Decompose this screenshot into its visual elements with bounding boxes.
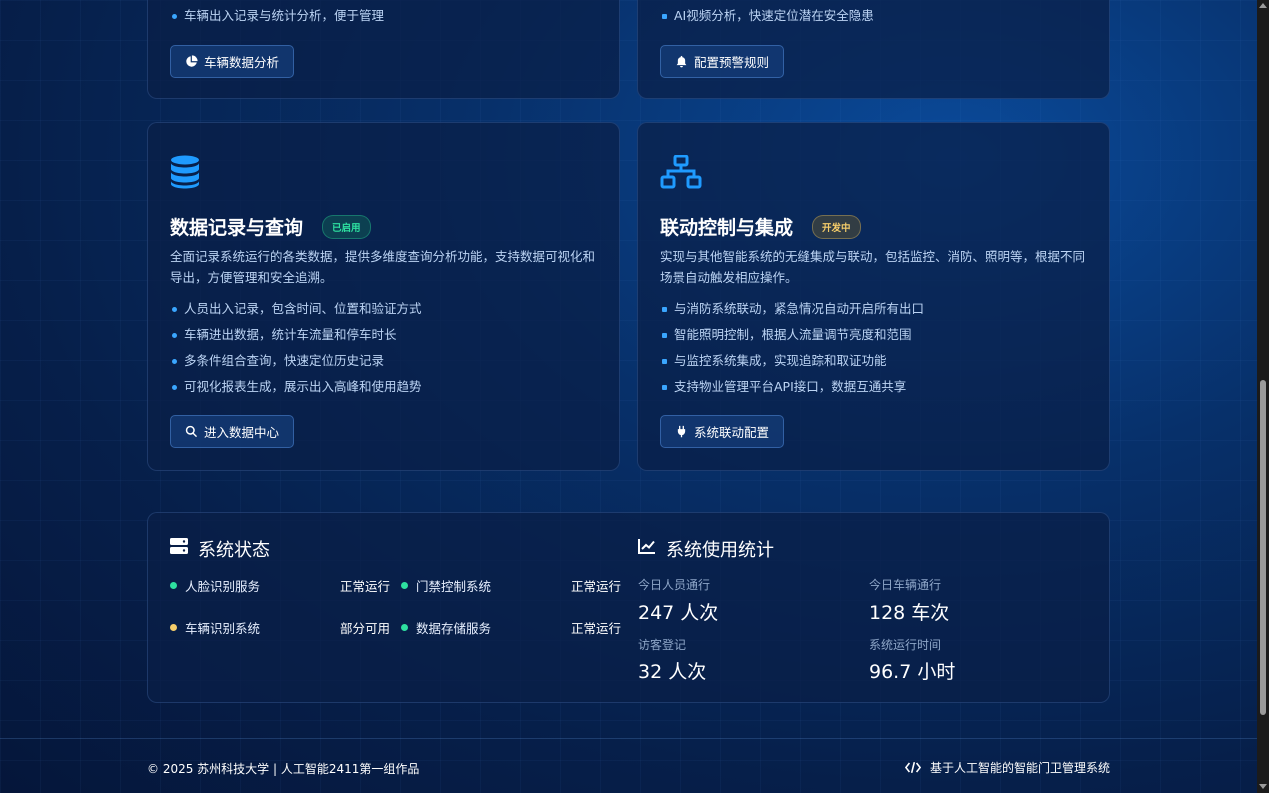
stat-label: 系统运行时间	[869, 638, 942, 652]
line-chart-icon	[638, 539, 655, 554]
scroll-up-arrow[interactable]	[1259, 3, 1267, 8]
card-title: 数据记录与查询	[170, 217, 304, 239]
status-badge: 开发中	[812, 215, 861, 239]
button-label: 系统联动配置	[694, 425, 770, 440]
scroll-down-arrow[interactable]	[1259, 784, 1267, 789]
server-icon	[170, 538, 188, 554]
top-card-vehicle: 车辆出入记录与统计分析，便于管理 车辆数据分析	[147, 0, 620, 99]
status-item-data-storage: 数据存储服务 正常运行	[401, 618, 621, 637]
scrollbar-thumb[interactable]	[1260, 380, 1266, 715]
card-title: 联动控制与集成	[660, 217, 794, 239]
status-name: 车辆识别系统	[185, 621, 261, 636]
vertical-scrollbar[interactable]	[1257, 0, 1269, 793]
code-icon	[904, 761, 921, 774]
system-overview-panel: 系统状态 人脸识别服务 正常运行 门禁控制系统 正常运行 车辆识别系统 部分可用…	[147, 512, 1110, 703]
list-item: 人员出入记录，包含时间、位置和验证方式	[170, 296, 422, 322]
button-label: 车辆数据分析	[204, 55, 280, 70]
bell-icon	[676, 55, 687, 68]
top-card-bullets: 车辆出入记录与统计分析，便于管理	[170, 3, 384, 29]
list-item: 车辆进出数据，统计车流量和停车时长	[170, 322, 422, 348]
status-dot	[170, 582, 177, 589]
list-item: 智能照明控制，根据人流量调节亮度和范围	[660, 322, 924, 348]
stat-label: 访客登记	[638, 638, 687, 652]
status-name: 人脸识别服务	[185, 579, 261, 594]
footer-tagline-text: 基于人工智能的智能门卫管理系统	[929, 761, 1110, 775]
list-item: 与监控系统集成，实现追踪和取证功能	[660, 348, 924, 374]
usage-stats-title: 系统使用统计	[666, 540, 774, 561]
stat-value: 96.7 小时	[869, 661, 956, 683]
network-icon	[660, 155, 702, 189]
status-value: 部分可用	[339, 621, 390, 636]
footer-copyright: © 2025 苏州科技大学 | 人工智能2411第一组作品	[147, 762, 420, 776]
status-value: 正常运行	[339, 579, 390, 594]
button-label: 进入数据中心	[204, 425, 280, 440]
feature-list: 与消防系统联动，紧急情况自动开启所有出口 智能照明控制，根据人流量调节亮度和范围…	[660, 296, 924, 400]
top-card-bullets: AI视频分析，快速定位潜在安全隐患	[660, 3, 874, 29]
list-item: 多条件组合查询，快速定位历史记录	[170, 348, 422, 374]
stat-label: 今日人员通行	[638, 578, 711, 592]
feature-list: 人员出入记录，包含时间、位置和验证方式 车辆进出数据，统计车流量和停车时长 多条…	[170, 296, 422, 400]
page: 车辆出入记录与统计分析，便于管理 车辆数据分析 AI视频分析，快速定位潜在安全隐…	[0, 0, 1257, 793]
status-dot	[401, 582, 408, 589]
status-item-vehicle-recognition: 车辆识别系统 部分可用	[170, 618, 390, 637]
footer-tagline: 基于人工智能的智能门卫管理系统	[904, 759, 1110, 776]
status-value: 正常运行	[570, 579, 621, 594]
footer-divider	[0, 738, 1257, 739]
status-dot	[170, 624, 177, 631]
search-icon	[185, 425, 198, 438]
stat-value: 247 人次	[638, 602, 719, 624]
vehicle-data-analysis-button[interactable]: 车辆数据分析	[170, 45, 295, 78]
list-item: AI视频分析，快速定位潜在安全隐患	[660, 3, 874, 29]
enter-data-center-button[interactable]: 进入数据中心	[170, 415, 295, 448]
list-item: 车辆出入记录与统计分析，便于管理	[170, 3, 384, 29]
stat-value: 32 人次	[638, 661, 707, 683]
feature-card-data-records: 数据记录与查询 已启用 全面记录系统运行的各类数据，提供多维度查询分析功能，支持…	[147, 122, 620, 471]
list-item: 与消防系统联动，紧急情况自动开启所有出口	[660, 296, 924, 322]
button-label: 配置预警规则	[694, 55, 770, 70]
stat-label: 今日车辆通行	[869, 578, 942, 592]
status-value: 正常运行	[570, 621, 621, 636]
stat-value: 128 车次	[869, 602, 950, 624]
card-description: 实现与其他智能系统的无缝集成与联动，包括监控、消防、照明等，根据不同场景自动触发…	[660, 249, 1086, 285]
configure-alert-rules-button[interactable]: 配置预警规则	[660, 45, 785, 78]
system-status-title: 系统状态	[198, 540, 270, 561]
status-name: 数据存储服务	[416, 621, 492, 636]
status-name: 门禁控制系统	[416, 579, 492, 594]
feature-card-linkage: 联动控制与集成 开发中 实现与其他智能系统的无缝集成与联动，包括监控、消防、照明…	[637, 122, 1110, 471]
system-linkage-config-button[interactable]: 系统联动配置	[660, 415, 785, 448]
database-icon	[171, 155, 199, 189]
plug-icon	[677, 425, 686, 438]
list-item: 支持物业管理平台API接口，数据互通共享	[660, 374, 924, 400]
status-item-face-recognition: 人脸识别服务 正常运行	[170, 576, 390, 595]
pie-chart-icon	[186, 55, 198, 67]
status-item-access-control: 门禁控制系统 正常运行	[401, 576, 621, 595]
status-dot	[401, 624, 408, 631]
card-description: 全面记录系统运行的各类数据，提供多维度查询分析功能，支持数据可视化和导出，方便管…	[170, 249, 596, 285]
top-card-alert: AI视频分析，快速定位潜在安全隐患 配置预警规则	[637, 0, 1110, 99]
status-badge: 已启用	[322, 215, 371, 239]
list-item: 可视化报表生成，展示出入高峰和使用趋势	[170, 374, 422, 400]
